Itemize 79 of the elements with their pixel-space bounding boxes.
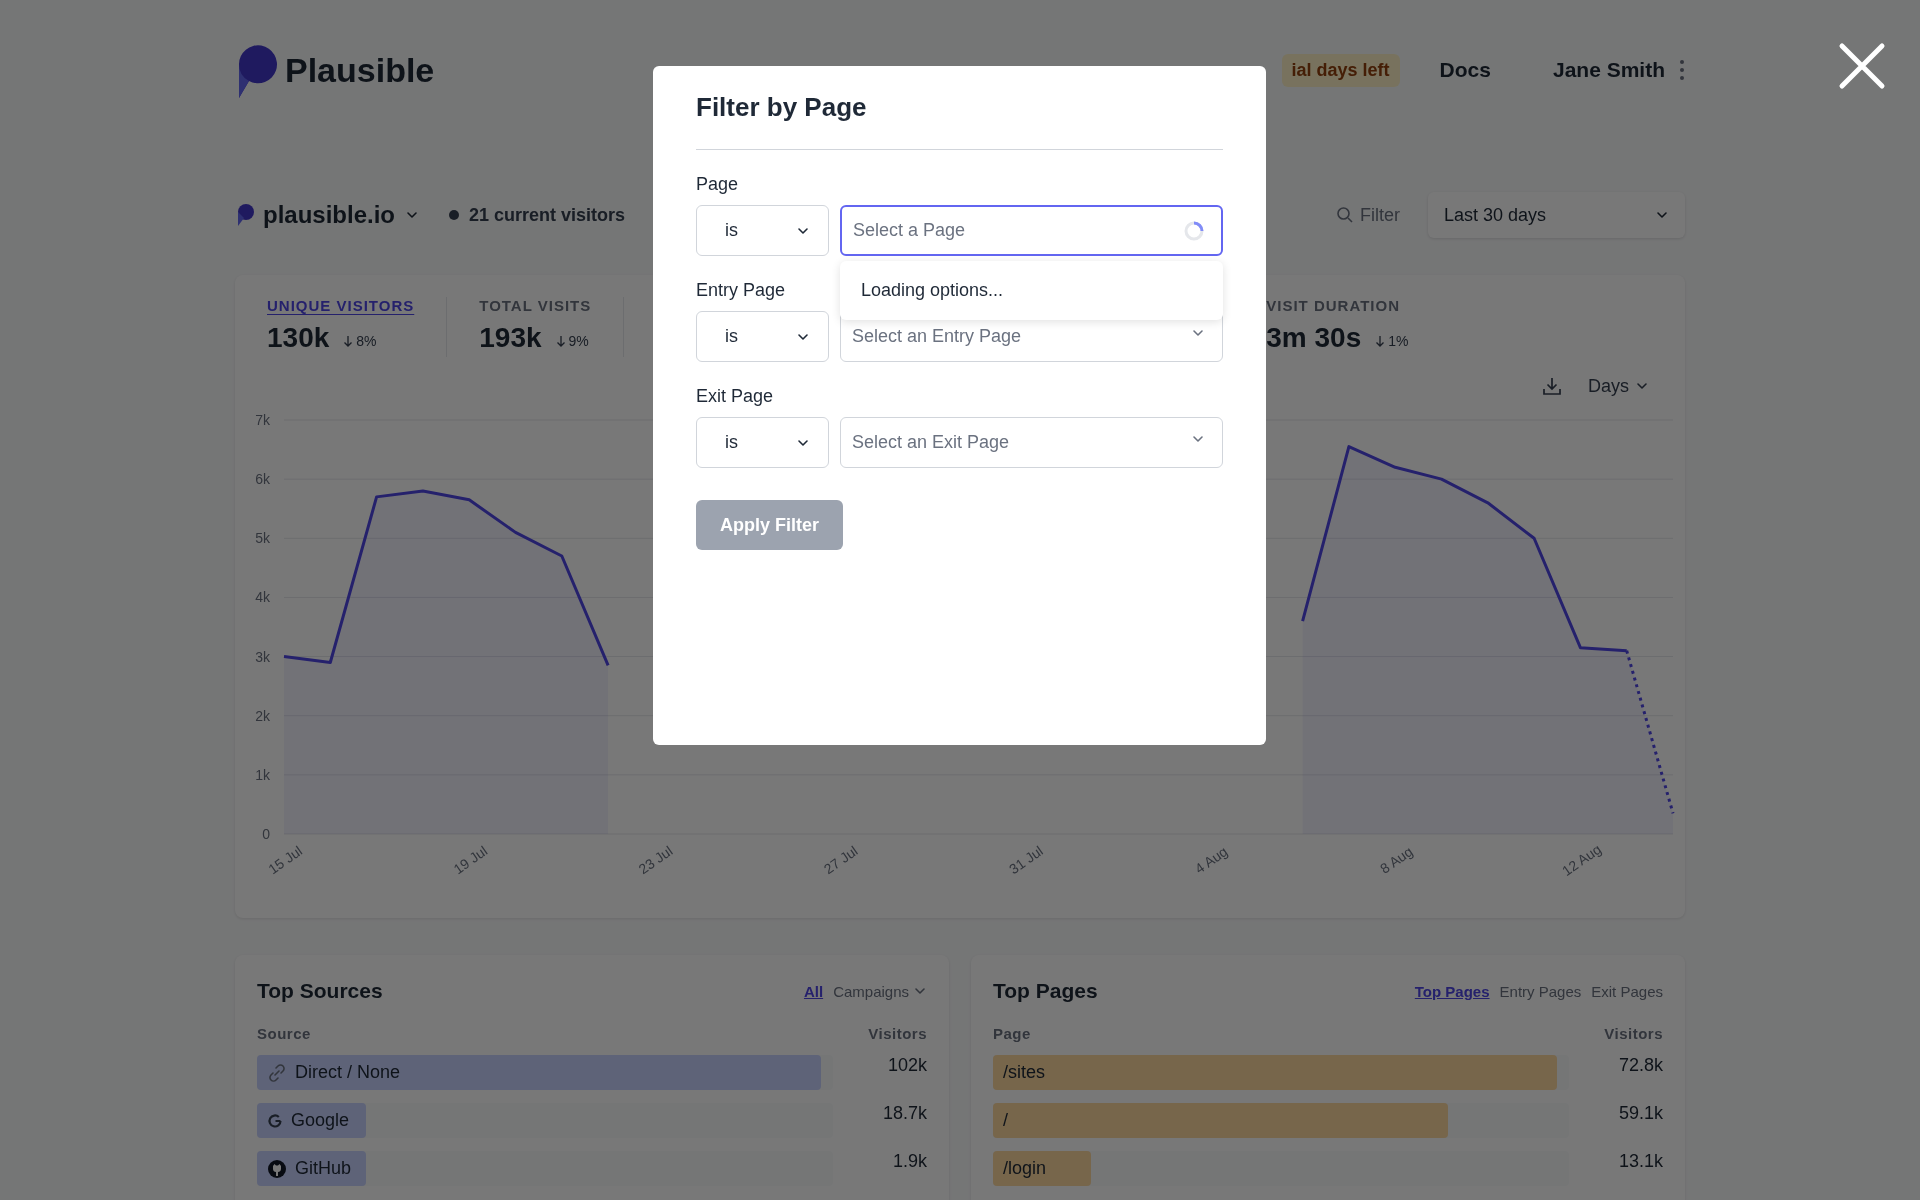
trial-badge: ial days left: [1281, 53, 1400, 87]
card-title: Top Pages: [993, 979, 1098, 1003]
column-header: Visitors: [868, 1025, 927, 1042]
link-icon: [267, 1062, 287, 1083]
row-label[interactable]: /: [1003, 1110, 1008, 1131]
arrow-down-icon: [1375, 335, 1386, 347]
logo-text: Plausible: [285, 50, 435, 90]
stat-change: 1%: [1388, 333, 1409, 349]
current-visitors[interactable]: 21 current visitors: [469, 204, 626, 226]
row-label[interactable]: /sites: [1003, 1062, 1045, 1083]
more-icon[interactable]: [1679, 59, 1685, 81]
search-icon: [1336, 206, 1354, 224]
x-axis-label: 19 Jul: [450, 842, 491, 878]
x-axis-label: 31 Jul: [1006, 842, 1046, 878]
user-name[interactable]: Jane Smith: [1552, 58, 1665, 82]
interval-dropdown[interactable]: Days: [1582, 374, 1655, 398]
row-label[interactable]: /login: [1003, 1158, 1047, 1179]
visitor-count: 102k: [886, 1055, 927, 1076]
live-dot-icon: [449, 210, 460, 220]
dialog-title: Filter by Page: [696, 92, 1223, 150]
y-axis-label: 5k: [255, 530, 270, 547]
y-axis-label: 0: [262, 826, 270, 842]
y-axis-label: 3k: [255, 648, 270, 665]
site-favicon-icon: [235, 203, 255, 227]
row-label[interactable]: Google: [291, 1110, 350, 1131]
column-header: Page: [993, 1025, 1031, 1042]
loading-spinner-icon: [1183, 220, 1205, 242]
visitor-count: 72.8k: [1617, 1055, 1663, 1076]
stat-value: 3m 30s: [1266, 322, 1362, 354]
download-icon[interactable]: [1542, 376, 1562, 396]
field-label: Exit Page: [696, 386, 774, 407]
x-axis-label: 8 Aug: [1377, 843, 1416, 877]
column-header: Visitors: [1604, 1025, 1663, 1042]
loading-message: Loading options...: [861, 280, 1004, 301]
visitor-count: 18.7k: [881, 1103, 927, 1124]
row-label[interactable]: Direct / None: [295, 1062, 401, 1083]
filter-button[interactable]: Filter: [1360, 204, 1400, 226]
stat-value: 193k: [479, 322, 542, 354]
visitor-count: 1.9k: [891, 1151, 927, 1172]
arrow-down-icon: [555, 335, 566, 347]
visitor-count: 59.1k: [1617, 1103, 1663, 1124]
page-select-field[interactable]: Select a Page: [840, 205, 1223, 256]
google-icon: [267, 1112, 283, 1129]
github-icon: [267, 1158, 287, 1179]
card-title: Top Sources: [257, 979, 383, 1003]
column-header: Source: [257, 1025, 311, 1042]
x-axis-label: 4 Aug: [1191, 843, 1231, 877]
stat-tab[interactable]: TOTAL VISITS: [479, 297, 592, 314]
tab-link[interactable]: Entry Pages: [1499, 982, 1582, 1000]
x-axis-label: 23 Jul: [635, 842, 676, 878]
tab-link[interactable]: Campaigns: [833, 982, 927, 1000]
field-label: Page: [696, 174, 739, 195]
operator-select[interactable]: is: [696, 311, 829, 362]
y-axis-label: 4k: [255, 589, 270, 606]
y-axis-label: 1k: [255, 766, 270, 783]
row-label[interactable]: GitHub: [295, 1158, 352, 1179]
tab-link[interactable]: All: [803, 982, 824, 1000]
operator-select[interactable]: is: [696, 205, 829, 256]
y-axis-label: 6k: [255, 471, 270, 488]
close-icon[interactable]: [1838, 42, 1886, 90]
tab-link[interactable]: Exit Pages: [1591, 982, 1663, 1000]
operator-select[interactable]: is: [696, 417, 829, 468]
site-name[interactable]: plausible.io: [263, 201, 396, 229]
visitor-count: 13.1k: [1617, 1151, 1663, 1172]
stat-tab[interactable]: VISIT DURATION: [1266, 297, 1400, 314]
x-axis-label: 15 Jul: [265, 842, 305, 878]
arrow-down-icon: [343, 335, 354, 347]
stat-tab[interactable]: UNIQUE VISITORS: [267, 297, 415, 314]
x-axis-label: 12 Aug: [1559, 840, 1604, 879]
stat-change: 9%: [568, 333, 589, 349]
tab-link[interactable]: Top Pages: [1414, 982, 1490, 1000]
stat-change: 8%: [356, 333, 377, 349]
y-axis-label: 2k: [255, 707, 270, 724]
field-label: Entry Page: [696, 280, 786, 301]
stat-value: 130k: [267, 322, 330, 354]
docs-link[interactable]: Docs: [1439, 58, 1491, 82]
period-dropdown[interactable]: Last 30 days: [1428, 192, 1685, 238]
y-axis-label: 7k: [255, 412, 270, 428]
x-axis-label: 27 Jul: [820, 842, 861, 878]
